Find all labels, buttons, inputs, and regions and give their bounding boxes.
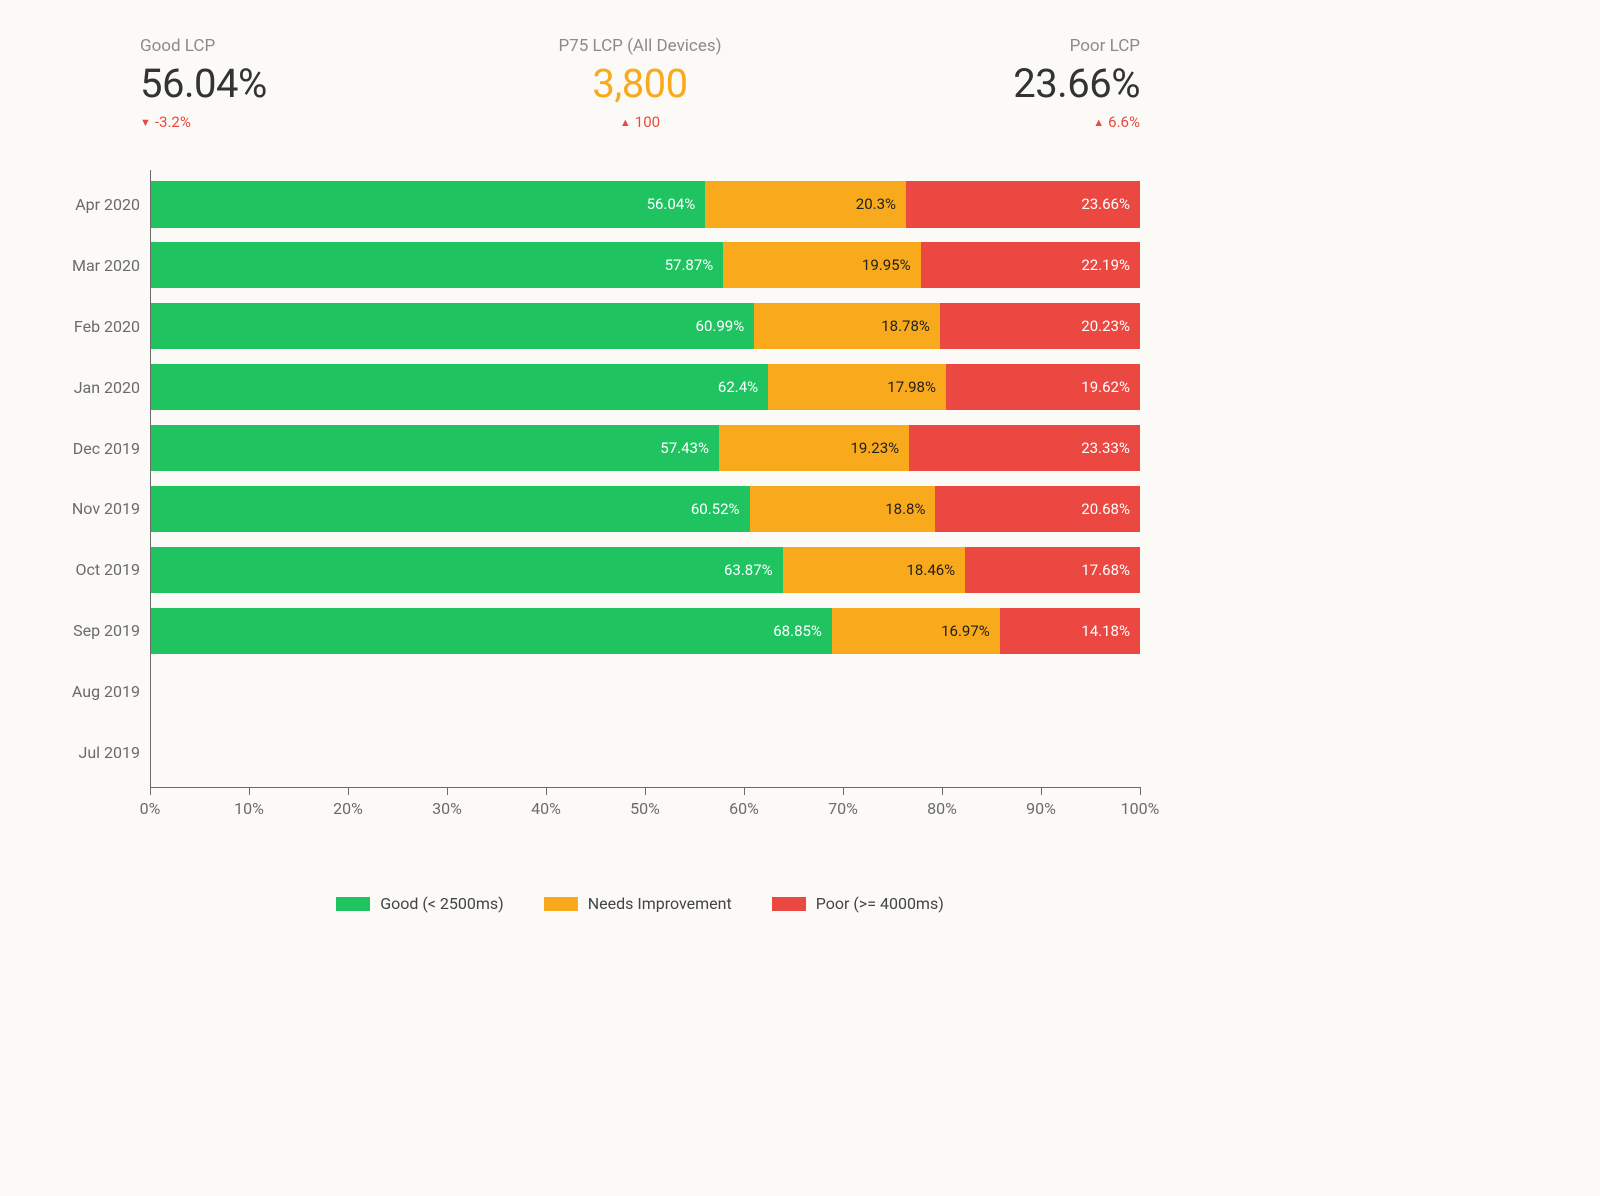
x-tick-label: 60% [729, 799, 759, 818]
card-poor-delta: ▲ 6.6% [1093, 113, 1140, 131]
arrow-up-icon: ▲ [1093, 117, 1104, 128]
bar-segment-poor: 19.62% [946, 364, 1140, 410]
card-p75-delta-text: 100 [635, 113, 660, 131]
bar-row: Jan 202062.4%17.98%19.62% [150, 357, 1140, 418]
bar-segment-poor: 14.18% [1000, 608, 1140, 654]
x-tick-label: 50% [630, 799, 660, 818]
y-tick-label: Aug 2019 [50, 682, 140, 701]
stacked-bar: 68.85%16.97%14.18% [151, 608, 1140, 654]
bar-segment-good: 56.04% [151, 181, 705, 227]
bar-rows: Apr 202056.04%20.3%23.66%Mar 202057.87%1… [150, 174, 1140, 783]
bar-row: Sep 201968.85%16.97%14.18% [150, 600, 1140, 661]
x-tick-label: 20% [333, 799, 363, 818]
card-good-value: 56.04% [140, 60, 267, 107]
bar-segment-poor: 17.68% [965, 547, 1140, 593]
y-tick-label: Dec 2019 [50, 439, 140, 458]
bar-segment-good: 60.99% [151, 303, 754, 349]
legend-item-poor: Poor (>= 4000ms) [772, 894, 944, 913]
bar-segment-poor: 22.19% [921, 242, 1140, 288]
legend-item-need: Needs Improvement [544, 894, 732, 913]
bar-row: Jul 2019 [150, 722, 1140, 783]
x-tick-label: 0% [140, 799, 161, 818]
bar-segment-poor: 20.23% [940, 303, 1140, 349]
bar-segment-good: 62.4% [151, 364, 768, 410]
bar-segment-need: 17.98% [768, 364, 946, 410]
card-good-label: Good LCP [140, 36, 215, 56]
x-tick-label: 10% [234, 799, 264, 818]
bar-segment-good: 57.43% [151, 425, 719, 471]
card-good-delta-text: -3.2% [155, 113, 191, 131]
y-tick-label: Apr 2020 [50, 195, 140, 214]
bar-segment-need: 18.8% [750, 486, 936, 532]
legend-swatch-poor [772, 897, 806, 911]
stacked-bar: 57.87%19.95%22.19% [151, 242, 1140, 288]
arrow-down-icon: ▼ [140, 117, 151, 128]
bar-row: Apr 202056.04%20.3%23.66% [150, 174, 1140, 235]
card-p75-value: 3,800 [592, 60, 687, 107]
bar-segment-good: 63.87% [151, 547, 783, 593]
y-tick-label: Jul 2019 [50, 743, 140, 762]
stacked-bar: 57.43%19.23%23.33% [151, 425, 1140, 471]
y-tick-label: Nov 2019 [50, 499, 140, 518]
scorecards: Good LCP 56.04% ▼ -3.2% P75 LCP (All Dev… [140, 36, 1140, 131]
legend-label-need: Needs Improvement [588, 894, 732, 913]
stacked-bar: 60.99%18.78%20.23% [151, 303, 1140, 349]
stacked-bar: 62.4%17.98%19.62% [151, 364, 1140, 410]
bar-segment-need: 20.3% [705, 181, 906, 227]
card-poor-label: Poor LCP [1070, 36, 1140, 56]
y-tick-label: Mar 2020 [50, 256, 140, 275]
x-axis: 0%10%20%30%40%50%60%70%80%90%100% [150, 787, 1140, 827]
card-p75-label: P75 LCP (All Devices) [558, 36, 721, 56]
stacked-bar: 63.87%18.46%17.68% [151, 547, 1140, 593]
legend: Good (< 2500ms) Needs Improvement Poor (… [0, 894, 1280, 913]
legend-item-good: Good (< 2500ms) [336, 894, 504, 913]
bar-segment-good: 60.52% [151, 486, 750, 532]
card-good-lcp: Good LCP 56.04% ▼ -3.2% [140, 36, 267, 131]
bar-segment-good: 68.85% [151, 608, 832, 654]
x-tick-label: 30% [432, 799, 462, 818]
bar-segment-need: 19.23% [719, 425, 909, 471]
lcp-report: Good LCP 56.04% ▼ -3.2% P75 LCP (All Dev… [0, 0, 1280, 957]
lcp-stacked-bar-chart: Apr 202056.04%20.3%23.66%Mar 202057.87%1… [60, 170, 1140, 827]
card-p75-delta: ▲ 100 [620, 113, 660, 131]
bar-row: Mar 202057.87%19.95%22.19% [150, 235, 1140, 296]
legend-label-poor: Poor (>= 4000ms) [816, 894, 944, 913]
card-poor-value: 23.66% [1013, 60, 1140, 107]
y-tick-label: Feb 2020 [50, 317, 140, 336]
bar-row: Oct 201963.87%18.46%17.68% [150, 539, 1140, 600]
bar-segment-need: 18.78% [754, 303, 940, 349]
x-tick-label: 100% [1121, 799, 1160, 818]
bar-segment-poor: 20.68% [935, 486, 1140, 532]
plot-area: Apr 202056.04%20.3%23.66%Mar 202057.87%1… [150, 170, 1140, 787]
y-tick-label: Jan 2020 [50, 378, 140, 397]
legend-swatch-need [544, 897, 578, 911]
bar-segment-need: 19.95% [723, 242, 920, 288]
legend-label-good: Good (< 2500ms) [380, 894, 504, 913]
card-poor-lcp: Poor LCP 23.66% ▲ 6.6% [1013, 36, 1140, 131]
stacked-bar: 60.52%18.8%20.68% [151, 486, 1140, 532]
bar-row: Feb 202060.99%18.78%20.23% [150, 296, 1140, 357]
bar-segment-need: 18.46% [783, 547, 966, 593]
x-tick-label: 70% [828, 799, 858, 818]
card-good-delta: ▼ -3.2% [140, 113, 191, 131]
legend-swatch-good [336, 897, 370, 911]
bar-row: Dec 201957.43%19.23%23.33% [150, 418, 1140, 479]
x-tick-label: 40% [531, 799, 561, 818]
x-tick-label: 90% [1026, 799, 1056, 818]
arrow-up-icon: ▲ [620, 117, 631, 128]
bar-segment-poor: 23.66% [906, 181, 1140, 227]
bar-segment-need: 16.97% [832, 608, 1000, 654]
bar-row: Aug 2019 [150, 661, 1140, 722]
bar-segment-poor: 23.33% [909, 425, 1140, 471]
bar-segment-good: 57.87% [151, 242, 723, 288]
x-tick-label: 80% [927, 799, 957, 818]
card-p75-lcp: P75 LCP (All Devices) 3,800 ▲ 100 [558, 36, 721, 131]
y-tick-label: Sep 2019 [50, 621, 140, 640]
stacked-bar: 56.04%20.3%23.66% [151, 181, 1140, 227]
card-poor-delta-text: 6.6% [1108, 113, 1140, 131]
bar-row: Nov 201960.52%18.8%20.68% [150, 479, 1140, 540]
y-tick-label: Oct 2019 [50, 560, 140, 579]
